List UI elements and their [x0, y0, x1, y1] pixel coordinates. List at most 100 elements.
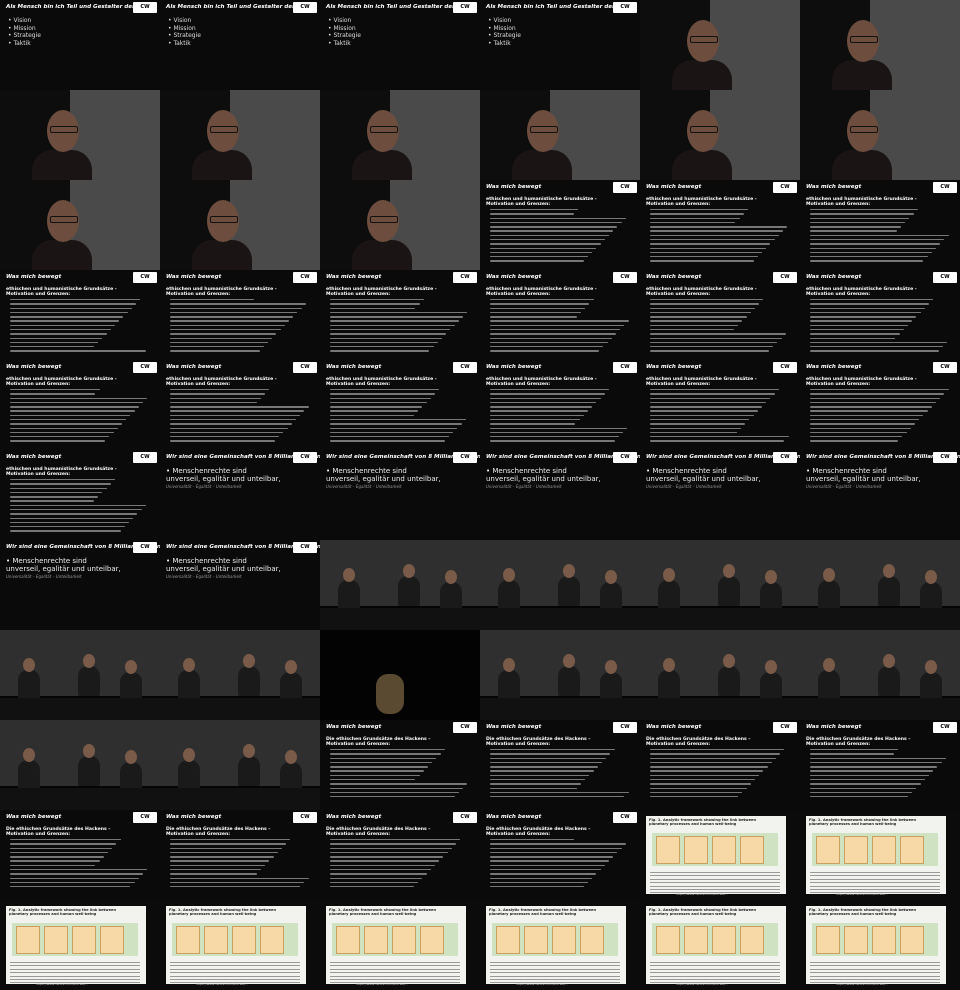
figure-title: Fig. 1. Analytic framework showing the l… [9, 908, 117, 917]
bullet-list: VisionMissionStrategieTaktik [488, 17, 521, 47]
slide-thumbnail-figure[interactable]: Fig. 1. Analytic framework showing the l… [320, 900, 480, 990]
speaker-closeup-frame[interactable] [320, 180, 480, 270]
slide-body: • Menschenrechte sind unverseil, egalitär… [806, 467, 921, 489]
slide-thumbnail-hacking[interactable]: Was mich bewegt CW Die ethischen Grundsätz… [0, 810, 160, 900]
panel-wide-frame[interactable] [480, 630, 640, 720]
panel-wide-frame[interactable] [0, 720, 160, 810]
slide-heading: ethischen und humanistische Grundsätze -… [806, 197, 917, 208]
slide-thumbnail-motivation[interactable]: Was mich bewegt CW ethischen und humanisti… [320, 270, 480, 360]
slide-thumbnail-figure[interactable]: Fig. 1. Analytic framework showing the l… [480, 900, 640, 990]
glasses-icon [530, 126, 558, 133]
panel-wide-frame[interactable] [0, 630, 160, 720]
panel-wide-frame[interactable] [480, 540, 640, 630]
slide-thumbnail-motivation[interactable]: Was mich bewegt CW ethischen und humanisti… [480, 360, 640, 450]
slide-heading: Die ethischen Grundsätze des Hackens – M… [6, 827, 111, 838]
speaker-closeup-frame[interactable] [0, 90, 160, 180]
text-lines [170, 389, 310, 445]
slide-thumbnail-motivation[interactable]: Was mich bewegt CW ethischen und humanisti… [0, 270, 160, 360]
slide-thumbnail-motivation[interactable]: Was mich bewegt CW ethischen und humanisti… [800, 360, 960, 450]
slide-thumbnail-hacking[interactable]: Was mich bewegt CW Die ethischen Grundsätz… [480, 720, 640, 810]
speaker-closeup-frame[interactable] [160, 180, 320, 270]
panel-wide-frame[interactable] [160, 630, 320, 720]
slide-thumbnail-motivation[interactable]: Was mich bewegt CW ethischen und humanisti… [800, 270, 960, 360]
rights-line-2: unverseil, egalitär und unteilbar, [806, 475, 921, 483]
slide-thumbnail-rights[interactable]: Wir sind eine Gemeinschaft von 8 Milliar… [480, 450, 640, 540]
slide-thumbnail-motivation[interactable]: Was mich bewegt CW ethischen und humanisti… [480, 180, 640, 270]
slide-thumbnail-intro[interactable]: Als Mensch bin ich Teil und Gestalter de… [320, 0, 480, 90]
slide-thumbnail-rights[interactable]: Wir sind eine Gemeinschaft von 8 Milliar… [0, 540, 160, 630]
stage-table [0, 788, 160, 810]
speaker-closeup-frame[interactable] [480, 90, 640, 180]
slide-thumbnail-motivation[interactable]: Was mich bewegt CW ethischen und humanisti… [480, 270, 640, 360]
slide-thumbnail-motivation[interactable]: Was mich bewegt CW ethischen und humanisti… [0, 450, 160, 540]
rights-line-1: • Menschenrechte sind [806, 467, 887, 475]
logo-icon: CW [293, 812, 317, 823]
panel-wide-frame[interactable] [640, 540, 800, 630]
slide-title: Was mich bewegt [486, 184, 542, 190]
person-body [18, 670, 40, 700]
speaker-closeup-frame[interactable] [160, 90, 320, 180]
person-body [238, 666, 260, 696]
person-head [243, 744, 255, 758]
slide-thumbnail-figure[interactable]: Fig. 1. Analytic framework showing the l… [800, 810, 960, 900]
speaker-closeup-frame[interactable] [640, 90, 800, 180]
panel-wide-frame[interactable] [640, 630, 800, 720]
slide-thumbnail-hacking[interactable]: Was mich bewegt CW Die ethischen Grundsätz… [800, 720, 960, 810]
speaker-closeup-frame[interactable] [0, 180, 160, 270]
person-head [503, 568, 515, 582]
figure-title: Fig. 1. Analytic framework showing the l… [809, 818, 917, 827]
rights-line-1: • Menschenrechte sind [6, 557, 87, 565]
slide-thumbnail-figure[interactable]: Fig. 1. Analytic framework showing the l… [640, 810, 800, 900]
speaker-closeup-frame[interactable] [800, 0, 960, 90]
slide-thumbnail-rights[interactable]: Wir sind eine Gemeinschaft von 8 Milliar… [320, 450, 480, 540]
slide-thumbnail-intro[interactable]: Als Mensch bin ich Teil und Gestalter de… [480, 0, 640, 90]
slide-thumbnail-motivation[interactable]: Was mich bewegt CW ethischen und humanisti… [0, 360, 160, 450]
slide-thumbnail-intro[interactable]: Als Mensch bin ich Teil und Gestalter de… [0, 0, 160, 90]
slide-thumbnail-hacking[interactable]: Was mich bewegt CW Die ethischen Grundsätz… [480, 810, 640, 900]
slide-thumbnail-rights[interactable]: Wir sind eine Gemeinschaft von 8 Milliar… [640, 450, 800, 540]
slide-thumbnail-rights[interactable]: Wir sind eine Gemeinschaft von 8 Milliar… [160, 450, 320, 540]
slide-title: Was mich bewegt [326, 364, 382, 370]
person-head [23, 748, 35, 762]
bullet-list: VisionMissionStrategieTaktik [328, 17, 361, 47]
panel-wide-frame[interactable] [320, 540, 480, 630]
slide-thumbnail-figure[interactable]: Fig. 1. Analytic framework showing the l… [0, 900, 160, 990]
slide-thumbnail-motivation[interactable]: Was mich bewegt CW ethischen und humanisti… [640, 360, 800, 450]
slide-thumbnail-hacking[interactable]: Was mich bewegt CW Die ethischen Grundsätz… [320, 810, 480, 900]
figure-box [816, 836, 840, 864]
slide-thumbnail-figure[interactable]: Fig. 1. Analytic framework showing the l… [640, 900, 800, 990]
panel-wide-frame[interactable] [800, 540, 960, 630]
text-lines [10, 299, 150, 355]
bullet-item: Vision [328, 17, 361, 25]
slide-heading: ethischen und humanistische Grundsätze -… [646, 377, 757, 388]
person-head [125, 660, 137, 674]
slide-title: Was mich bewegt [166, 814, 222, 820]
logo-icon: CW [453, 2, 477, 13]
slide-thumbnail-rights[interactable]: Wir sind eine Gemeinschaft von 8 Milliar… [160, 540, 320, 630]
rights-quote: Universalität – Egalität – Unteilbarkeit [166, 484, 242, 489]
text-lines [10, 839, 150, 890]
speaker-closeup-frame[interactable] [640, 0, 800, 90]
slide-thumbnail-motivation[interactable]: Was mich bewegt CW ethischen und humanisti… [640, 180, 800, 270]
panel-wide-frame[interactable] [800, 630, 960, 720]
slide-thumbnail-hacking[interactable]: Was mich bewegt CW Die ethischen Grundsätz… [160, 810, 320, 900]
slide-thumbnail-motivation[interactable]: Was mich bewegt CW ethischen und humanisti… [160, 270, 320, 360]
speaker-closeup-frame[interactable] [320, 90, 480, 180]
slide-thumbnail-intro[interactable]: Als Mensch bin ich Teil und Gestalter de… [160, 0, 320, 90]
stage-table [160, 698, 320, 720]
slide-thumbnail-motivation[interactable]: Was mich bewegt CW ethischen und humanisti… [160, 360, 320, 450]
video-contact-sheet: Als Mensch bin ich Teil und Gestalter de… [0, 0, 960, 990]
slide-thumbnail-motivation[interactable]: Was mich bewegt CW ethischen und humanisti… [800, 180, 960, 270]
panel-wide-frame[interactable] [160, 720, 320, 810]
slide-thumbnail-motivation[interactable]: Was mich bewegt CW ethischen und humanisti… [320, 360, 480, 450]
slide-thumbnail-motivation[interactable]: Was mich bewegt CW ethischen und humanisti… [640, 270, 800, 360]
stage-table [480, 608, 640, 630]
slide-thumbnail-figure[interactable]: Fig. 1. Analytic framework showing the l… [800, 900, 960, 990]
slide-thumbnail-rights[interactable]: Wir sind eine Gemeinschaft von 8 Milliar… [800, 450, 960, 540]
dark-frame[interactable] [320, 630, 480, 720]
slide-thumbnail-figure[interactable]: Fig. 1. Analytic framework showing the l… [160, 900, 320, 990]
logo-icon: CW [293, 362, 317, 373]
slide-thumbnail-hacking[interactable]: Was mich bewegt CW Die ethischen Grundsätz… [320, 720, 480, 810]
slide-thumbnail-hacking[interactable]: Was mich bewegt CW Die ethischen Grundsätz… [640, 720, 800, 810]
speaker-closeup-frame[interactable] [800, 90, 960, 180]
